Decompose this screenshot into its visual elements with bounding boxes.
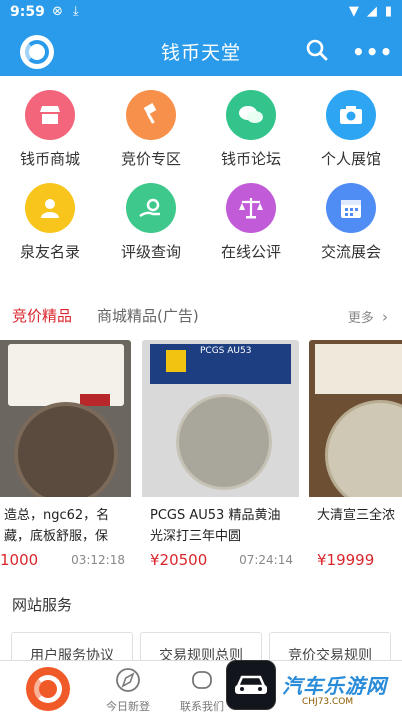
app-header: 钱币天堂 ••• bbox=[0, 26, 402, 76]
product-carousel: 造总，ngc62，名藏，底板舒服，保 1000 03:12:18 PCGS AU… bbox=[0, 340, 402, 575]
grid-item-exhibition[interactable]: 交流展会 bbox=[301, 183, 401, 262]
grid-item-auction[interactable]: 竞价专区 bbox=[101, 90, 201, 169]
section-title-services: 网站服务 bbox=[12, 596, 73, 614]
product-card[interactable]: PCGS AU53 PCGS AU53 精品黄油光深打三年中圆 ¥20500 0… bbox=[142, 340, 299, 575]
download-icon: ⤓ bbox=[72, 4, 79, 19]
coin-photo bbox=[0, 340, 131, 497]
watermark: 汽车乐游网 CHJ73.COM bbox=[226, 660, 402, 714]
status-time: 9:59 bbox=[10, 4, 45, 20]
search-hand-icon bbox=[126, 183, 176, 233]
more-icon[interactable]: ••• bbox=[352, 40, 393, 64]
chevron-right-icon: › bbox=[382, 308, 388, 326]
car-logo-icon bbox=[226, 660, 276, 710]
coin-photo bbox=[309, 340, 402, 497]
product-card[interactable]: 大清宣三全浓 ¥19999 bbox=[309, 340, 402, 575]
grid-item-coin-mall[interactable]: 钱币商城 bbox=[0, 90, 100, 169]
gavel-icon bbox=[126, 90, 176, 140]
shop-icon bbox=[25, 90, 75, 140]
notification-icon: ⊗ bbox=[52, 4, 63, 19]
tab-mall-picks[interactable]: 商城精品(广告) bbox=[97, 305, 199, 326]
product-card[interactable]: 造总，ngc62，名藏，底板舒服，保 1000 03:12:18 bbox=[0, 340, 131, 575]
compass-icon bbox=[116, 668, 140, 692]
status-bar: 9:59 ⊗ ⤓ ▼ ◢ ▮ bbox=[0, 0, 402, 26]
wifi-icon: ▼ bbox=[348, 4, 359, 19]
nav-today-new[interactable]: 今日新登 bbox=[98, 667, 158, 714]
battery-icon: ▮ bbox=[384, 4, 392, 19]
tab-auction-picks[interactable]: 竞价精品 bbox=[12, 305, 72, 326]
search-icon[interactable] bbox=[305, 38, 329, 62]
grid-item-grading[interactable]: 评级查询 bbox=[101, 183, 201, 262]
camera-icon bbox=[326, 90, 376, 140]
more-link[interactable]: 更多 › bbox=[348, 307, 388, 326]
chat-icon bbox=[226, 90, 276, 140]
user-icon bbox=[25, 183, 75, 233]
signal-icon: ◢ bbox=[366, 4, 377, 19]
grid-item-directory[interactable]: 泉友名录 bbox=[0, 183, 100, 262]
page-title: 钱币天堂 bbox=[160, 42, 241, 64]
nav-contact[interactable]: 联系我们 bbox=[172, 667, 232, 714]
home-logo-icon bbox=[26, 667, 70, 711]
product-tabs: 竞价精品 商城精品(广告) 更多 › bbox=[0, 300, 402, 330]
grid-item-gallery[interactable]: 个人展馆 bbox=[301, 90, 401, 169]
calendar-icon bbox=[326, 183, 376, 233]
grid-item-review[interactable]: 在线公评 bbox=[201, 183, 301, 262]
phone-icon bbox=[192, 671, 212, 689]
coin-photo: PCGS AU53 bbox=[142, 340, 299, 497]
nav-home[interactable] bbox=[26, 667, 72, 711]
grid-item-forum[interactable]: 钱币论坛 bbox=[201, 90, 301, 169]
scales-icon bbox=[226, 183, 276, 233]
